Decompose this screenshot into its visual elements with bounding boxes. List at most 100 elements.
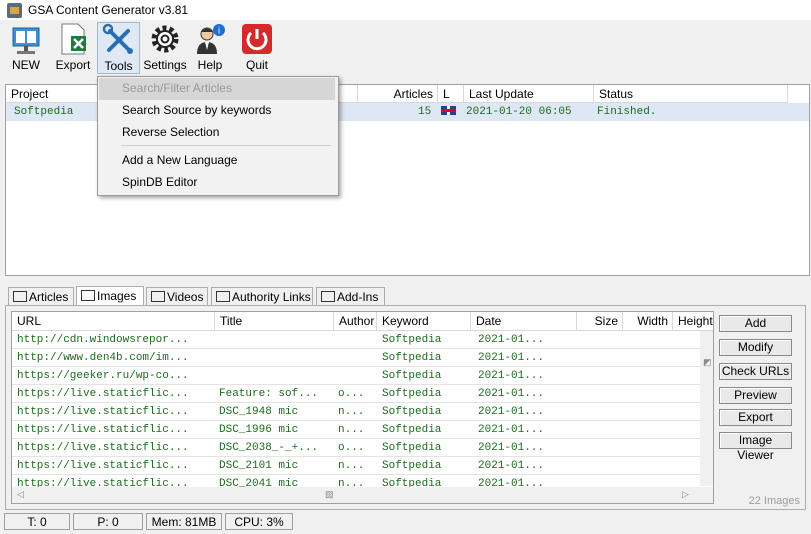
image-title: DSC_2101 mic [219,460,299,472]
tab-articles-label: Articles [29,290,69,304]
tab-videos-label: Videos [167,290,204,304]
image-date: 2021-01... [478,370,545,382]
menu-spindb-editor[interactable]: SpinDB Editor [99,172,335,194]
horizontal-scrollbar[interactable]: ◁ ▨ ▷ [12,487,713,503]
image-author: o... [338,442,365,454]
vertical-scrollbar[interactable]: ◩ [700,331,713,486]
image-row[interactable]: https://live.staticflic... DSC_2038_-_+.… [12,439,700,457]
export-images-button[interactable]: Export [719,409,792,426]
column-header-language[interactable]: L [438,85,464,103]
image-author: n... [338,424,365,436]
status-cpu: CPU: 3% [225,513,293,530]
tab-authority-links[interactable]: Authority Links [211,287,313,306]
new-button-label: NEW [12,58,40,72]
image-keyword: Softpedia [382,334,442,346]
tab-add-ins-label: Add-Ins [337,290,379,304]
tab-images[interactable]: Images [76,286,144,307]
image-date: 2021-01... [478,352,545,364]
quit-button[interactable]: Quit [240,22,274,74]
scroll-right-icon[interactable]: ▷ [682,489,689,500]
menu-add-new-language[interactable]: Add a New Language [99,150,335,172]
image-url: https://live.staticflic... [17,388,189,400]
help-button[interactable]: i Help [192,22,228,74]
image-url: https://live.staticflic... [17,406,189,418]
image-date: 2021-01... [478,460,545,472]
image-url: http://cdn.windowsrepor... [17,334,189,346]
column-header-author[interactable]: Author [334,312,377,331]
column-header-date[interactable]: Date [471,312,577,331]
status-proxies: P: 0 [73,513,143,530]
tab-add-ins[interactable]: Add-Ins [316,287,385,306]
menu-reverse-selection[interactable]: Reverse Selection [99,122,335,144]
project-last-update: 2021-01-20 06:05 [466,106,572,118]
menu-search-filter-articles[interactable]: Search/Filter Articles [99,78,335,100]
menu-search-source-by-keywords[interactable]: Search Source by keywords [99,100,335,122]
quit-button-label: Quit [245,58,268,72]
new-button[interactable]: NEW [6,22,46,74]
book-icon [12,27,40,54]
toolbar: NEW Export Tools Settings i Help Quit [0,20,811,76]
image-row[interactable]: https://live.staticflic... Feature: sof.… [12,385,700,403]
column-header-title[interactable]: Title [215,312,334,331]
tab-videos[interactable]: Videos [146,287,208,306]
modify-image-button[interactable]: Modify [719,339,792,356]
scroll-grip-icon: ▨ [325,489,334,499]
help-button-label: Help [197,58,223,72]
settings-button[interactable]: Settings [143,22,187,74]
column-header-status[interactable]: Status [594,85,788,103]
image-keyword: Softpedia [382,370,442,382]
image-date: 2021-01... [478,334,545,346]
export-button[interactable]: Export [52,22,94,74]
status-bar: T: 0 P: 0 Mem: 81MB CPU: 3% [0,512,811,534]
image-title: Feature: sof... [219,388,319,400]
image-keyword: Softpedia [382,352,442,364]
power-icon [242,24,272,54]
wrench-screwdriver-icon [102,23,133,54]
column-header-articles[interactable]: Articles [358,85,438,103]
image-url: https://live.staticflic... [17,424,189,436]
column-header-size[interactable]: Size [577,312,623,331]
status-threads: T: 0 [4,513,70,530]
articles-icon [13,291,27,302]
videos-icon [151,291,165,302]
pane-splitter[interactable] [0,278,811,284]
image-date: 2021-01... [478,424,545,436]
image-row[interactable]: https://geeker.ru/wp-co... Softpedia 202… [12,367,700,385]
image-row[interactable]: https://live.staticflic... DSC_2101 mic … [12,457,700,475]
link-icon [216,291,230,302]
image-author: o... [338,388,365,400]
tools-button[interactable]: Tools [97,22,140,74]
image-url: https://geeker.ru/wp-co... [17,370,189,382]
preview-button[interactable]: Preview [719,387,792,404]
add-image-button[interactable]: Add [719,315,792,332]
column-header-height[interactable]: Height [673,312,713,331]
tab-articles[interactable]: Articles [8,287,74,306]
project-articles: 15 [418,106,432,118]
column-header-width[interactable]: Width [623,312,673,331]
image-row[interactable]: https://live.staticflic... DSC_1996 mic … [12,421,700,439]
image-date: 2021-01... [478,406,545,418]
images-grid[interactable]: URL Title Author Keyword Date Size Width… [11,311,714,504]
check-urls-button[interactable]: Check URLs [719,363,792,380]
image-row[interactable]: http://cdn.windowsrepor... Softpedia 202… [12,331,700,349]
image-viewer-button[interactable]: Image Viewer [719,432,792,462]
tab-authority-links-label: Authority Links [232,290,311,304]
images-panel: URL Title Author Keyword Date Size Width… [5,305,806,510]
image-keyword: Softpedia [382,424,442,436]
status-memory: Mem: 81MB [146,513,222,530]
column-header-keyword[interactable]: Keyword [377,312,471,331]
image-keyword: Softpedia [382,406,442,418]
image-row[interactable]: http://www.den4b.com/im... Softpedia 202… [12,349,700,367]
image-title: DSC_1996 mic [219,424,299,436]
image-keyword: Softpedia [382,442,442,454]
excel-export-icon [61,23,86,55]
scroll-left-icon[interactable]: ◁ [17,489,24,500]
column-header-url[interactable]: URL [12,312,215,331]
image-keyword: Softpedia [382,388,442,400]
image-row[interactable]: https://live.staticflic... DSC_1948 mic … [12,403,700,421]
tools-menu: Search/Filter Articles Search Source by … [97,76,339,196]
image-author: n... [338,406,365,418]
settings-button-label: Settings [143,58,187,72]
column-header-last-update[interactable]: Last Update [464,85,594,103]
image-title: DSC_1948 mic [219,406,299,418]
